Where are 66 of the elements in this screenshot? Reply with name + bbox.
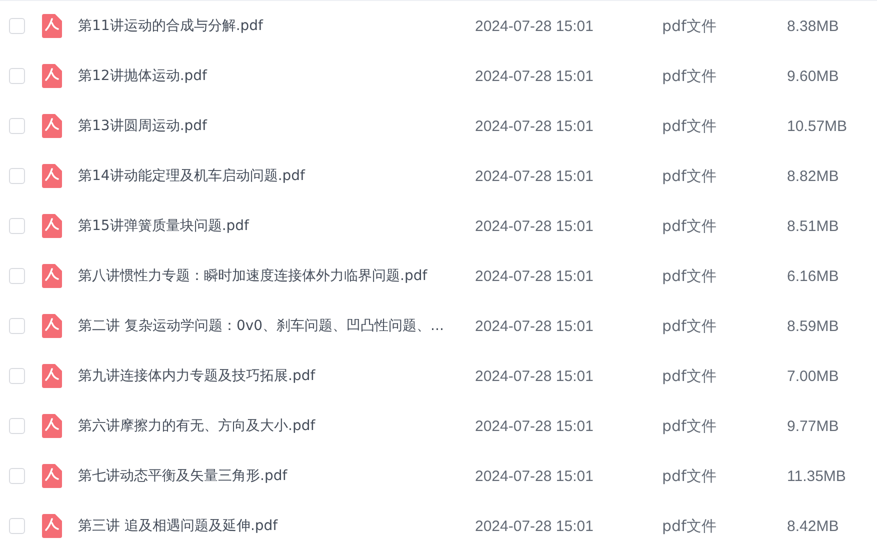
file-size: 8.42MB <box>787 518 839 534</box>
file-size: 8.51MB <box>787 218 839 234</box>
file-size: 9.77MB <box>787 418 839 434</box>
file-type: pdf文件 <box>662 216 718 236</box>
pdf-file-icon <box>42 514 62 538</box>
pdf-file-icon <box>42 264 62 288</box>
file-type: pdf文件 <box>662 16 718 36</box>
file-type: pdf文件 <box>662 466 718 486</box>
file-size: 8.82MB <box>787 168 839 184</box>
modified-date: 2024-07-28 15:01 <box>475 118 594 134</box>
file-size: 9.60MB <box>787 68 839 84</box>
checkbox[interactable] <box>9 68 25 84</box>
file-size: 7.00MB <box>787 368 839 384</box>
file-size: 11.35MB <box>787 468 846 484</box>
modified-date: 2024-07-28 15:01 <box>475 168 594 184</box>
file-name[interactable]: 第12讲抛体运动.pdf <box>78 67 475 85</box>
file-name[interactable]: 第九讲连接体内力专题及技巧拓展.pdf <box>78 367 475 385</box>
modified-date: 2024-07-28 15:01 <box>475 368 594 384</box>
file-type: pdf文件 <box>662 166 718 186</box>
pdf-file-icon <box>42 64 62 88</box>
pdf-file-icon <box>42 114 62 138</box>
pdf-file-icon <box>42 214 62 238</box>
pdf-file-icon <box>42 164 62 188</box>
file-type: pdf文件 <box>662 266 718 286</box>
checkbox[interactable] <box>9 268 25 284</box>
checkbox[interactable] <box>9 118 25 134</box>
modified-date: 2024-07-28 15:01 <box>475 318 594 334</box>
pdf-file-icon <box>42 364 62 388</box>
modified-date: 2024-07-28 15:01 <box>475 68 594 84</box>
checkbox[interactable] <box>9 18 25 34</box>
checkbox[interactable] <box>9 318 25 334</box>
file-type: pdf文件 <box>662 66 718 86</box>
file-name[interactable]: 第八讲惯性力专题：瞬时加速度连接体外力临界问题.pdf <box>78 267 475 285</box>
file-size: 8.59MB <box>787 318 839 334</box>
checkbox[interactable] <box>9 518 25 534</box>
pdf-file-icon <box>42 414 62 438</box>
pdf-file-icon <box>42 464 62 488</box>
pdf-file-icon <box>42 314 62 338</box>
checkbox[interactable] <box>9 468 25 484</box>
pdf-file-icon <box>42 14 62 38</box>
file-type: pdf文件 <box>662 416 718 436</box>
file-size: 6.16MB <box>787 268 839 284</box>
modified-date: 2024-07-28 15:01 <box>475 418 594 434</box>
file-name[interactable]: 第六讲摩擦力的有无、方向及大小.pdf <box>78 417 475 435</box>
file-name[interactable]: 第11讲运动的合成与分解.pdf <box>78 17 475 35</box>
file-size: 10.57MB <box>787 118 848 134</box>
modified-date: 2024-07-28 15:01 <box>475 218 594 234</box>
checkbox[interactable] <box>9 218 25 234</box>
checkbox[interactable] <box>9 368 25 384</box>
file-name[interactable]: 第15讲弹簧质量块问题.pdf <box>78 217 475 235</box>
modified-date: 2024-07-28 15:01 <box>475 18 594 34</box>
checkbox[interactable] <box>9 168 25 184</box>
checkbox[interactable] <box>9 418 25 434</box>
modified-date: 2024-07-28 15:01 <box>475 518 594 534</box>
file-type: pdf文件 <box>662 316 718 336</box>
file-name[interactable]: 第七讲动态平衡及矢量三角形.pdf <box>78 467 475 485</box>
file-name[interactable]: 第三讲 追及相遇问题及延伸.pdf <box>78 517 475 535</box>
file-name[interactable]: 第14讲动能定理及机车启动问题.pdf <box>78 167 475 185</box>
file-size: 8.38MB <box>787 18 839 34</box>
file-name[interactable]: 第13讲圆周运动.pdf <box>78 117 475 135</box>
modified-date: 2024-07-28 15:01 <box>475 468 594 484</box>
file-type: pdf文件 <box>662 366 718 386</box>
file-type: pdf文件 <box>662 116 718 136</box>
modified-date: 2024-07-28 15:01 <box>475 268 594 284</box>
file-name[interactable]: 第二讲 复杂运动学问题：0v0、刹车问题、凹凸性问题、... <box>78 317 475 335</box>
file-type: pdf文件 <box>662 516 718 536</box>
